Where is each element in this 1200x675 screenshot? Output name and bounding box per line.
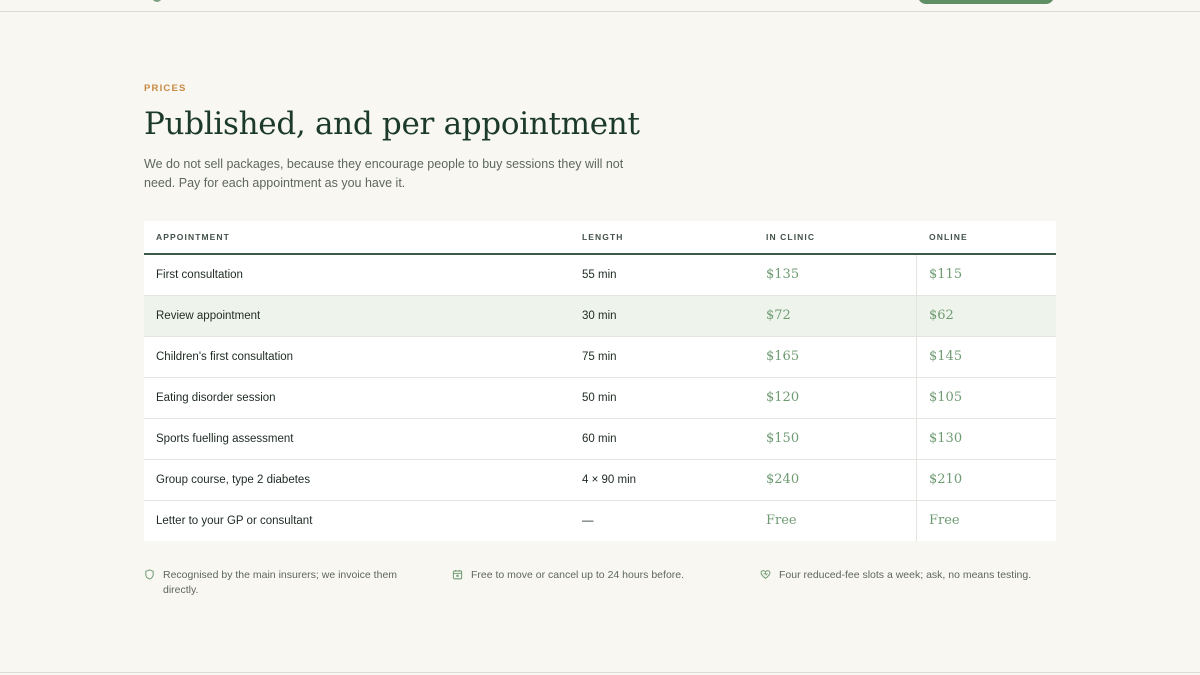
- appointment-name: Review appointment: [156, 310, 261, 322]
- online-price: $105: [929, 390, 963, 405]
- online-price: $145: [929, 349, 963, 364]
- column-header-in-clinic: IN CLINIC: [766, 232, 816, 242]
- footer-divider: [0, 672, 1200, 673]
- calendar-icon: [452, 569, 463, 580]
- in-clinic-price: $165: [766, 349, 800, 364]
- appointment-name: Eating disorder session: [156, 392, 276, 404]
- note-text: Free to move or cancel up to 24 hours be…: [471, 569, 685, 581]
- shield-icon: [145, 569, 154, 580]
- column-header-online: ONLINE: [929, 232, 968, 242]
- appointment-length: 30 min: [582, 310, 617, 322]
- table-row: Review appointment 30 min $72 $62: [144, 296, 1056, 337]
- online-price: $130: [929, 431, 963, 446]
- appointment-length: —: [582, 515, 594, 527]
- column-divider: [916, 419, 917, 459]
- in-clinic-price: $72: [766, 308, 791, 323]
- appointment-length: 75 min: [582, 351, 617, 363]
- appointment-name: Sports fuelling assessment: [156, 433, 294, 445]
- online-price: Free: [929, 513, 960, 528]
- table-row: Letter to your GP or consultant — Free F…: [144, 501, 1056, 541]
- column-divider: [916, 501, 917, 541]
- in-clinic-price: Free: [766, 513, 797, 528]
- column-divider: [916, 378, 917, 418]
- table-row: Sports fuelling assessment 60 min $150 $…: [144, 419, 1056, 460]
- table-row: Children's first consultation 75 min $16…: [144, 337, 1056, 378]
- appointment-length: 60 min: [582, 433, 617, 445]
- note-text: Four reduced-fee slots a week; ask, no m…: [779, 569, 1032, 581]
- appointment-name: Group course, type 2 diabetes: [156, 474, 311, 486]
- online-price: $115: [929, 267, 963, 282]
- column-divider: [916, 337, 917, 377]
- section-title: Published, and per appointment: [144, 106, 640, 142]
- top-navigation-bar: [0, 0, 1200, 12]
- column-header-length: LENGTH: [582, 232, 624, 242]
- note-text: Recognised by the main insurers; we invo…: [163, 569, 398, 596]
- column-divider: [916, 255, 917, 295]
- section-intro: We do not sell packages, because they en…: [144, 157, 624, 190]
- online-price: $62: [929, 308, 954, 323]
- appointment-name: Children's first consultation: [156, 351, 294, 363]
- table-row: First consultation 55 min $135 $115: [144, 255, 1056, 296]
- book-appointment-button[interactable]: [918, 0, 1054, 4]
- in-clinic-price: $240: [766, 472, 800, 487]
- appointment-name: Letter to your GP or consultant: [156, 515, 313, 527]
- logo-icon[interactable]: [152, 0, 162, 2]
- appointment-name: First consultation: [156, 269, 243, 281]
- appointment-length: 4 × 90 min: [582, 474, 637, 486]
- column-divider: [916, 296, 917, 336]
- appointment-length: 50 min: [582, 392, 617, 404]
- heart-icon: [760, 570, 771, 579]
- in-clinic-price: $135: [766, 267, 800, 282]
- prices-section: PRICES Published, and per appointment We…: [144, 83, 1056, 596]
- table-header: APPOINTMENT LENGTH IN CLINIC ONLINE: [144, 221, 1056, 255]
- table-row: Eating disorder session 50 min $120 $105: [144, 378, 1056, 419]
- column-header-appointment: APPOINTMENT: [156, 232, 230, 242]
- in-clinic-price: $120: [766, 390, 800, 405]
- online-price: $210: [929, 472, 963, 487]
- appointment-length: 55 min: [582, 269, 617, 281]
- section-eyebrow: PRICES: [144, 83, 187, 94]
- column-divider: [916, 460, 917, 500]
- in-clinic-price: $150: [766, 431, 800, 446]
- table-row: Group course, type 2 diabetes 4 × 90 min…: [144, 460, 1056, 501]
- price-table: APPOINTMENT LENGTH IN CLINIC ONLINE Firs…: [144, 221, 1056, 541]
